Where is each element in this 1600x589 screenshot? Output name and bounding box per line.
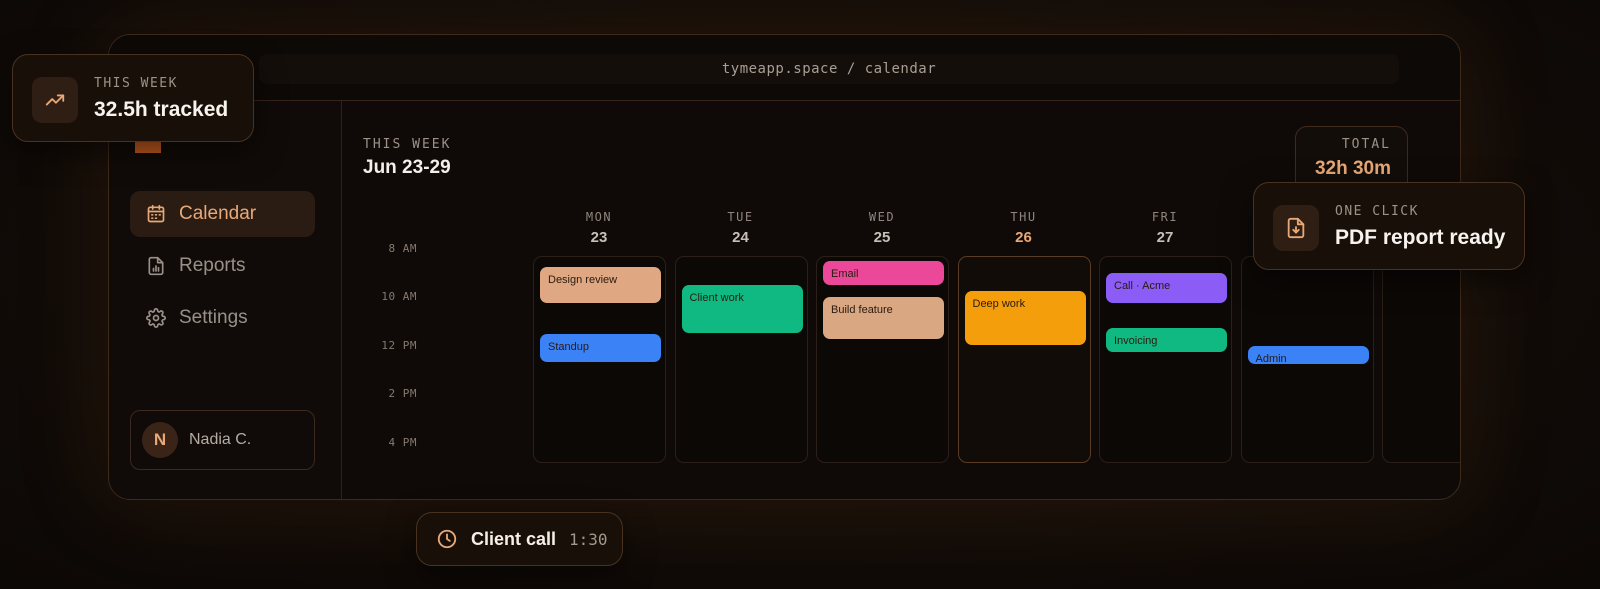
day-number: 26 [1015, 229, 1032, 246]
day-header: WED 25 [816, 210, 948, 246]
day-column[interactable]: Design review Standup [533, 256, 666, 463]
clock-icon [437, 529, 457, 549]
calendar-event[interactable]: Invoicing [1106, 328, 1227, 352]
sidebar-item-label: Calendar [179, 203, 257, 224]
report-icon [148, 256, 164, 276]
day-name: TUE [727, 210, 754, 224]
day-header: THU 26 [958, 210, 1090, 246]
sidebar-item-label: Settings [179, 307, 248, 328]
calendar-event[interactable]: Client work [681, 285, 803, 333]
day-column[interactable]: Email Build feature [816, 256, 949, 463]
timer-label: Client call [471, 528, 557, 549]
day-column[interactable]: Admin [1240, 256, 1374, 463]
sidebar: Calendar Reports Settings N Nadia C. [109, 101, 342, 499]
total-label: TOTAL [1341, 137, 1391, 152]
sidebar-item-reports[interactable]: Reports [130, 243, 315, 289]
url-bar[interactable]: tymeapp.space / calendar [259, 54, 1399, 84]
time-label: 8 AM [388, 242, 417, 255]
day-header: FRI 27 [1099, 210, 1231, 246]
avatar: N [142, 422, 178, 458]
time-label: 2 PM [388, 387, 417, 400]
card-value: PDF report ready [1335, 226, 1506, 249]
calendar-event[interactable]: Standup [540, 334, 661, 362]
day-name: MON [585, 210, 613, 224]
browser-titlebar: tymeapp.space / calendar [109, 35, 1460, 101]
calendar-event[interactable]: Design review [540, 267, 661, 303]
day-name: FRI [1151, 210, 1179, 224]
day-header: MON 23 [533, 210, 665, 246]
calendar-icon [147, 204, 165, 223]
day-column[interactable]: Client work [674, 256, 808, 463]
total-value: 32h 30m [1314, 158, 1391, 179]
app-window: tymeapp.space / calendar Calendar Report… [108, 34, 1461, 500]
card-icon-box [1273, 205, 1319, 251]
day-column[interactable] [1382, 256, 1460, 463]
day-number: 27 [1156, 229, 1174, 246]
day-number: 25 [873, 229, 891, 246]
sidebar-item-settings[interactable]: Settings [130, 295, 315, 341]
time-label: 4 PM [388, 436, 417, 449]
card-value: 32.5h tracked [94, 98, 229, 121]
calendar-event[interactable]: Build feature [823, 297, 944, 339]
day-name: WED [868, 210, 896, 224]
calendar-main: THIS WEEK Jun 23-29 TOTAL 32h 30m 8 AM 1… [343, 101, 1460, 499]
calendar-event[interactable]: Deep work [964, 291, 1086, 345]
day-column[interactable]: Deep work [957, 256, 1091, 463]
pdf-report-card[interactable]: ONE CLICK PDF report ready [1253, 182, 1525, 270]
card-icon-box [32, 77, 78, 123]
timer-time: 1:30 [569, 529, 608, 549]
day-number: 23 [590, 229, 608, 246]
user-name: Nadia C. [189, 431, 252, 448]
day-column[interactable]: Call · Acme Invoicing [1099, 256, 1232, 463]
logo-icon [135, 132, 161, 153]
card-label: ONE CLICK [1335, 204, 1419, 219]
user-card[interactable]: N Nadia C. [130, 410, 315, 470]
time-label: 12 PM [381, 339, 417, 352]
trending-up-icon [45, 94, 65, 106]
sidebar-item-label: Reports [179, 255, 246, 276]
file-download-icon [1287, 217, 1305, 239]
day-name: THU [1010, 210, 1037, 224]
calendar-event[interactable]: Call · Acme [1106, 273, 1227, 303]
card-label: THIS WEEK [94, 76, 178, 91]
week-summary-card: THIS WEEK 32.5h tracked [12, 54, 254, 142]
week-label: THIS WEEK [363, 137, 452, 152]
day-header: TUE 24 [675, 210, 807, 246]
active-timer[interactable]: Client call 1:30 [416, 512, 623, 566]
day-number: 24 [732, 229, 749, 246]
gear-icon [146, 308, 166, 328]
calendar-event[interactable]: Email [823, 261, 944, 285]
time-label: 10 AM [381, 290, 417, 303]
sidebar-item-calendar[interactable]: Calendar [130, 191, 315, 237]
calendar-event[interactable]: Admin [1247, 346, 1369, 365]
week-range: Jun 23-29 [363, 157, 451, 178]
